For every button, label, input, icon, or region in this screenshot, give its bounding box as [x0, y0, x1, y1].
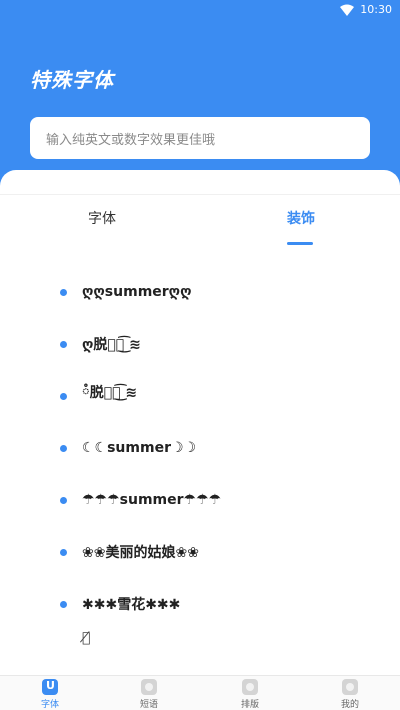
bottom-nav: 字体 短语 排版 我的 — [0, 675, 400, 710]
nav-mine[interactable]: 我的 — [320, 679, 380, 710]
font-icon — [42, 679, 58, 695]
list-item-text: ཾ脱ྀི͜͡ ≋ — [82, 385, 138, 401]
list-item-text: ✱✱✱雪花✱✱✱ — [82, 597, 181, 613]
list-item[interactable]: ღ脱ྀི͜͡ ≋ — [0, 318, 400, 370]
status-time: 10:30 — [360, 3, 392, 16]
list-item[interactable]: ✱✱✱雪花✱✱✱ — [0, 578, 400, 630]
nav-label: 我的 — [340, 700, 359, 710]
bullet-dot — [60, 497, 67, 504]
profile-icon — [342, 679, 358, 695]
layout-icon — [242, 679, 258, 695]
tab-indicator — [287, 242, 313, 245]
list-item[interactable]: ☾☾summer☽☽ — [0, 422, 400, 474]
nav-label: 排版 — [240, 700, 259, 710]
list-item-text: ཾ̸ — [82, 630, 91, 646]
list-item[interactable]: ཾ̸ — [0, 630, 400, 660]
nav-label: 字体 — [40, 700, 59, 710]
list-item-text: ღღsummerღღ — [82, 284, 192, 300]
nav-label: 短语 — [139, 700, 158, 710]
nav-phrase[interactable]: 短语 — [119, 679, 179, 710]
page-title: 特殊字体 — [30, 68, 114, 92]
bullet-dot — [60, 289, 67, 296]
tab-bar: 字体 装饰 — [0, 208, 400, 248]
nav-font[interactable]: 字体 — [20, 679, 80, 710]
search-placeholder: 输入纯英文或数字效果更佳哦 — [46, 132, 216, 148]
tab-font[interactable]: 字体 — [88, 208, 116, 228]
list-item[interactable]: ❀❀美丽的姑娘❀❀ — [0, 526, 400, 578]
bullet-dot — [60, 341, 67, 348]
list-item[interactable]: ☂☂☂summer☂☂☂ — [0, 474, 400, 526]
bullet-dot — [60, 549, 67, 556]
divider — [0, 194, 400, 195]
decoration-list: ღღsummerღღ ღ脱ྀི͜͡ ≋ ཾ脱ྀི͜͡ ≋ ☾☾summer☽☽ … — [0, 266, 400, 660]
status-icons: 10:30 — [340, 3, 392, 16]
bullet-dot — [60, 445, 67, 452]
chat-icon — [141, 679, 157, 695]
list-item-text: ☾☾summer☽☽ — [82, 440, 197, 456]
bullet-dot — [60, 601, 67, 608]
list-item[interactable]: ཾ脱ྀི͜͡ ≋ — [0, 370, 400, 422]
status-bar: 10:30 — [0, 0, 400, 20]
list-item-text: ☂☂☂summer☂☂☂ — [82, 492, 222, 508]
search-input[interactable]: 输入纯英文或数字效果更佳哦 — [30, 117, 370, 159]
list-item[interactable]: ღღsummerღღ — [0, 266, 400, 318]
list-item-text: ღ脱ྀི͜͡ ≋ — [82, 337, 141, 353]
bullet-dot — [60, 393, 67, 400]
list-item-text: ❀❀美丽的姑娘❀❀ — [82, 545, 199, 561]
wifi-icon — [340, 4, 355, 16]
nav-layout[interactable]: 排版 — [220, 679, 280, 710]
content-card: 字体 装饰 ღღsummerღღ ღ脱ྀི͜͡ ≋ ཾ脱ྀི͜͡ ≋ ☾☾sum… — [0, 170, 400, 675]
tab-decoration[interactable]: 装饰 — [287, 208, 315, 228]
